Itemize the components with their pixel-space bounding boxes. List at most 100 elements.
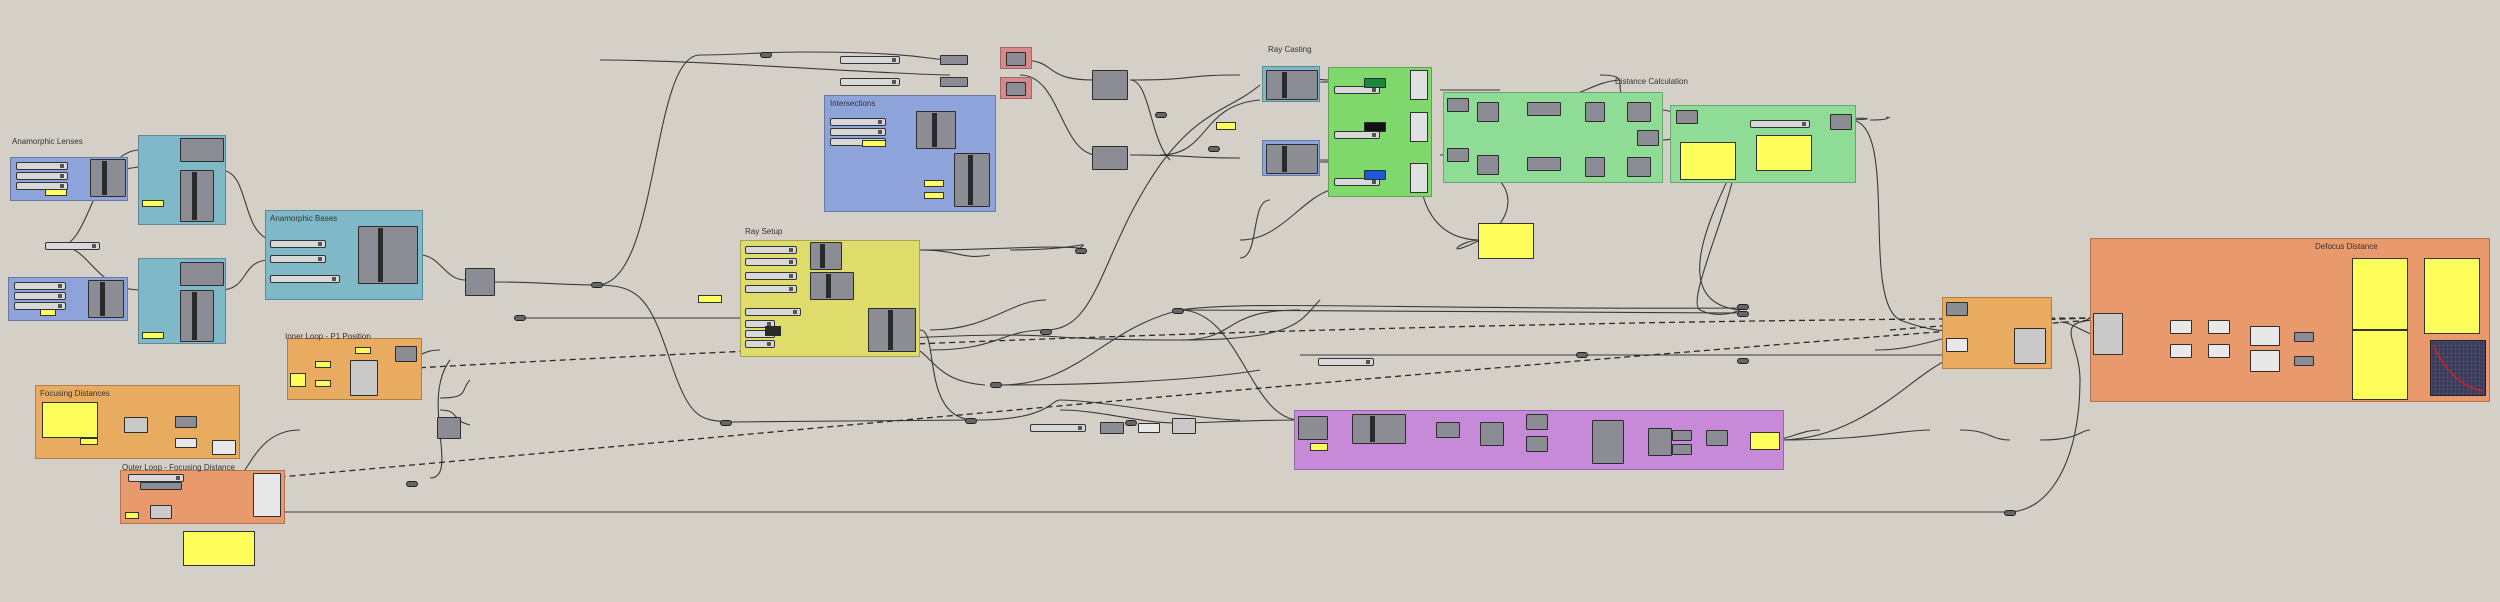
component[interactable] bbox=[124, 417, 148, 433]
component[interactable] bbox=[1410, 112, 1428, 142]
component[interactable] bbox=[1006, 82, 1026, 96]
component[interactable] bbox=[1676, 110, 1698, 124]
component[interactable] bbox=[1830, 114, 1852, 130]
component[interactable] bbox=[1266, 70, 1318, 100]
relay[interactable] bbox=[1208, 146, 1220, 152]
slider[interactable] bbox=[270, 255, 326, 263]
slider[interactable] bbox=[745, 258, 797, 266]
relay[interactable] bbox=[720, 420, 732, 426]
relay[interactable] bbox=[1125, 420, 1137, 426]
component[interactable] bbox=[940, 55, 968, 65]
relay[interactable] bbox=[1737, 311, 1749, 317]
component[interactable] bbox=[1627, 102, 1651, 122]
panel[interactable] bbox=[1478, 223, 1534, 259]
panel[interactable] bbox=[290, 373, 306, 387]
slider[interactable] bbox=[840, 56, 900, 64]
slider[interactable] bbox=[745, 246, 797, 254]
component[interactable] bbox=[1364, 170, 1386, 180]
component[interactable] bbox=[253, 473, 281, 517]
slider[interactable] bbox=[1750, 120, 1810, 128]
component[interactable] bbox=[1364, 122, 1386, 132]
slider[interactable] bbox=[840, 78, 900, 86]
relay[interactable] bbox=[1075, 248, 1087, 254]
slider[interactable] bbox=[1318, 358, 1374, 366]
component[interactable] bbox=[1298, 416, 1328, 440]
slider[interactable] bbox=[270, 275, 340, 283]
component[interactable] bbox=[1672, 444, 1692, 455]
relay[interactable] bbox=[1576, 352, 1588, 358]
component[interactable] bbox=[2294, 332, 2314, 342]
panel[interactable] bbox=[183, 531, 255, 566]
component[interactable] bbox=[1946, 338, 1968, 352]
component[interactable] bbox=[1477, 155, 1499, 175]
slider[interactable] bbox=[14, 292, 66, 300]
component[interactable] bbox=[1352, 414, 1406, 444]
component[interactable] bbox=[1672, 430, 1692, 441]
component[interactable] bbox=[1946, 302, 1968, 316]
panel[interactable] bbox=[355, 347, 371, 354]
component[interactable] bbox=[1410, 163, 1428, 193]
panel[interactable] bbox=[862, 140, 886, 147]
component[interactable] bbox=[1364, 78, 1386, 88]
component[interactable] bbox=[2093, 313, 2123, 355]
component[interactable] bbox=[465, 268, 495, 296]
panel[interactable] bbox=[924, 192, 944, 199]
component[interactable] bbox=[940, 77, 968, 87]
component[interactable] bbox=[437, 417, 461, 439]
panel[interactable] bbox=[1680, 142, 1736, 180]
slider[interactable] bbox=[270, 240, 326, 248]
component[interactable] bbox=[2208, 320, 2230, 334]
component[interactable] bbox=[2014, 328, 2046, 364]
component[interactable] bbox=[1527, 157, 1561, 171]
slider[interactable] bbox=[45, 242, 100, 250]
slider[interactable] bbox=[1334, 131, 1380, 139]
panel[interactable] bbox=[45, 189, 67, 196]
component[interactable] bbox=[1648, 428, 1672, 456]
slider[interactable] bbox=[745, 285, 797, 293]
component[interactable] bbox=[1477, 102, 1499, 122]
component[interactable] bbox=[1447, 148, 1469, 162]
grasshopper-canvas[interactable]: Anamorphic Lenses Anamorphic Bases Inner… bbox=[0, 0, 2500, 602]
panel[interactable] bbox=[142, 200, 164, 207]
component[interactable] bbox=[150, 505, 172, 519]
relay[interactable] bbox=[965, 418, 977, 424]
slider[interactable] bbox=[16, 162, 68, 170]
panel[interactable] bbox=[315, 380, 331, 387]
panel[interactable] bbox=[40, 309, 56, 316]
slider[interactable] bbox=[128, 474, 184, 482]
component[interactable] bbox=[1006, 52, 1026, 66]
component[interactable] bbox=[1527, 102, 1561, 116]
slider[interactable] bbox=[16, 172, 68, 180]
component[interactable] bbox=[1410, 70, 1428, 100]
relay[interactable] bbox=[1737, 358, 1749, 364]
slider[interactable] bbox=[830, 118, 886, 126]
component[interactable] bbox=[2250, 350, 2280, 372]
slider[interactable] bbox=[745, 340, 775, 348]
component[interactable] bbox=[1092, 146, 1128, 170]
component[interactable] bbox=[1266, 144, 1318, 174]
component[interactable] bbox=[1436, 422, 1460, 438]
component[interactable] bbox=[175, 438, 197, 448]
panel[interactable] bbox=[1310, 443, 1328, 451]
panel[interactable] bbox=[2424, 258, 2480, 334]
slider[interactable] bbox=[830, 128, 886, 136]
component[interactable] bbox=[2170, 320, 2192, 334]
component[interactable] bbox=[1480, 422, 1504, 446]
component[interactable] bbox=[1092, 70, 1128, 100]
slider[interactable] bbox=[14, 282, 66, 290]
panel[interactable] bbox=[2352, 330, 2408, 400]
relay[interactable] bbox=[760, 52, 772, 58]
slider[interactable] bbox=[745, 272, 797, 280]
component[interactable] bbox=[180, 262, 224, 286]
component[interactable] bbox=[395, 346, 417, 362]
component[interactable] bbox=[1585, 157, 1605, 177]
component[interactable] bbox=[2294, 356, 2314, 366]
panel[interactable] bbox=[80, 438, 98, 445]
panel[interactable] bbox=[2352, 258, 2408, 330]
panel[interactable] bbox=[924, 180, 944, 187]
component[interactable] bbox=[140, 482, 182, 490]
relay[interactable] bbox=[1172, 308, 1184, 314]
component[interactable] bbox=[1627, 157, 1651, 177]
panel[interactable] bbox=[142, 332, 164, 339]
component[interactable] bbox=[2250, 326, 2280, 346]
